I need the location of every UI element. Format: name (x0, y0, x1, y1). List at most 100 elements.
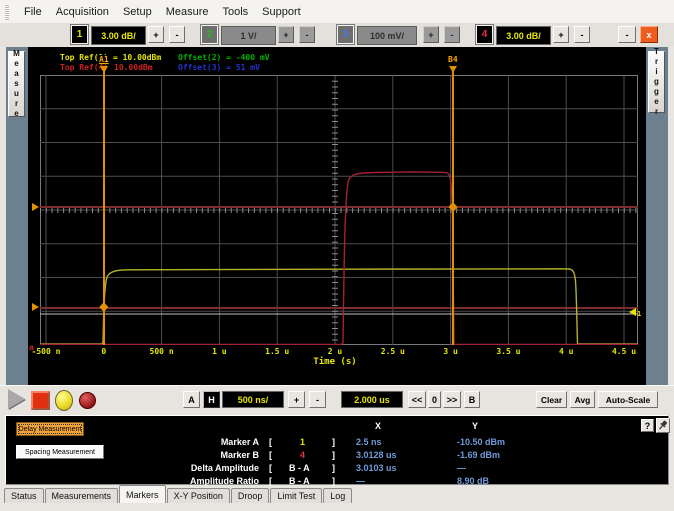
marker-b-source[interactable]: 4 (300, 450, 305, 460)
delay-forward-button[interactable]: >> (443, 391, 461, 408)
channel-1-scale-increase-button[interactable]: + (148, 26, 164, 43)
top-ref1-annotation: Top Ref(1) = 10.00dBm (60, 53, 161, 62)
transport-toolbar: A H 500 ns/ + - 2.000 us << 0 >> B Clear… (0, 385, 674, 416)
delta-x-value: 3.0103 us (356, 463, 397, 473)
channel-1-trace (40, 269, 638, 344)
channel-2-scale-decrease-button[interactable]: - (299, 26, 315, 43)
measure-panel-button[interactable]: Measure (8, 51, 25, 117)
x-tick-7: 3 u (443, 347, 457, 356)
help-button[interactable]: ? (641, 419, 654, 432)
channel-3-scale-decrease-button[interactable]: - (444, 26, 460, 43)
channel-2-scale-display: 1 V/ (221, 26, 276, 45)
channel-4-button[interactable]: 4 (477, 26, 492, 43)
scope-region: Measure Trigger Top Ref(1) = 10.00dBm Of… (0, 47, 674, 385)
tab-droop[interactable]: Droop (231, 488, 270, 503)
tab-status[interactable]: Status (4, 488, 44, 503)
menu-acquisition[interactable]: Acquisition (49, 4, 116, 20)
column-header-y: Y (472, 421, 478, 431)
offset3-annotation: Offset(3) = 51 mV (178, 63, 260, 72)
pin-button[interactable] (656, 418, 670, 433)
menu-file[interactable]: File (17, 4, 49, 20)
channel-3-button[interactable]: 3 (338, 26, 353, 43)
menu-measure[interactable]: Measure (159, 4, 216, 20)
timebase-decrease-button[interactable]: - (309, 391, 326, 408)
marker-b-label: B4 (448, 55, 458, 64)
channel-2-button[interactable]: 2 (202, 26, 217, 43)
bracket-open: [ (269, 476, 272, 486)
timebase-b-button[interactable]: B (464, 391, 480, 408)
ratio-source: B - A (289, 476, 310, 486)
plot-svg (40, 75, 638, 345)
menu-support[interactable]: Support (255, 4, 308, 20)
auto-scale-button[interactable]: Auto-Scale (598, 391, 658, 408)
marker-b-y-value: -1.69 dBm (457, 450, 500, 460)
delay-rewind-button[interactable]: << (408, 391, 426, 408)
tab-limit-test[interactable]: Limit Test (270, 488, 322, 503)
channel-2-scale-increase-button[interactable]: + (278, 26, 294, 43)
marker-a-y-value: -10.50 dBm (457, 437, 505, 447)
marker-a-line[interactable] (103, 71, 105, 345)
bracket-close: ] (332, 450, 335, 460)
marker-measurement-panel: Delay Measurement Spacing Measurement X … (5, 415, 669, 485)
channel-4-scale-display: 3.00 dB/ (496, 26, 551, 45)
yellow-indicator-light[interactable] (55, 390, 73, 411)
channel-1-ground-label: 1 (637, 310, 641, 318)
timebase-a-button[interactable]: A (183, 391, 200, 408)
bracket-close: ] (332, 463, 335, 473)
marker-a-x-value: 2.5 ns (356, 437, 382, 447)
channel-3-scale-increase-button[interactable]: + (423, 26, 439, 43)
delay-display: 2.000 us (341, 391, 403, 408)
menu-bar: File Acquisition Setup Measure Tools Sup… (0, 0, 674, 23)
ratio-y-value: 8.90 dB (457, 476, 489, 486)
delay-zero-button[interactable]: 0 (428, 391, 441, 408)
graticule-plot (40, 75, 638, 345)
marker-a-label: A1 (99, 55, 109, 64)
channel-4-scale-decrease-button[interactable]: - (574, 26, 590, 43)
timebase-increase-button[interactable]: + (288, 391, 305, 408)
waveform-display[interactable]: Top Ref(1) = 10.00dBm Offset(2) = -400 m… (28, 47, 646, 385)
channel-1-ground-arrow-icon[interactable] (629, 308, 636, 316)
bracket-close: ] (332, 476, 335, 486)
channel-1-scale-display: 3.00 dB/ (91, 26, 146, 45)
bracket-open: [ (269, 450, 272, 460)
left-ref-arrow-lower-icon[interactable] (32, 303, 39, 311)
channel-3-scale-display: 100 mV/ (357, 26, 417, 45)
left-ref-arrow-upper-icon[interactable] (32, 203, 39, 211)
measurement-row-label: Marker A (109, 437, 259, 447)
red-indicator-light[interactable] (79, 392, 96, 409)
tab-xy-position[interactable]: X-Y Position (167, 488, 230, 503)
bracket-open: [ (269, 437, 272, 447)
timebase-h-button[interactable]: H (203, 391, 220, 408)
stop-button[interactable] (31, 391, 50, 410)
menu-tools[interactable]: Tools (215, 4, 255, 20)
toolbar-grip (5, 4, 9, 20)
marker-a-source[interactable]: 1 (300, 437, 305, 447)
x-tick-9: 4 u (559, 347, 573, 356)
menu-setup[interactable]: Setup (116, 4, 159, 20)
close-button[interactable]: x (640, 26, 658, 43)
avg-button[interactable]: Avg (570, 391, 595, 408)
channel-1-button[interactable]: 1 (72, 26, 87, 43)
run-play-icon[interactable] (8, 389, 25, 409)
marker-b-x-value: 3.0128 us (356, 450, 397, 460)
x-tick-5: 2 u (328, 347, 342, 356)
measurement-row-label: Marker B (109, 450, 259, 460)
channel-4-trace (40, 172, 638, 345)
delta-source: B - A (289, 463, 310, 473)
top-ref4-value: 10.00dBm (114, 63, 153, 72)
delay-measurement-button[interactable]: Delay Measurement (16, 422, 84, 436)
marker-b-arrow-icon (449, 66, 457, 73)
trigger-panel-button[interactable]: Trigger (648, 51, 665, 113)
channel-1-scale-decrease-button[interactable]: - (169, 26, 185, 43)
minimize-button[interactable]: - (618, 26, 636, 43)
spacing-measurement-button[interactable]: Spacing Measurement (16, 445, 104, 459)
clear-button[interactable]: Clear (536, 391, 567, 408)
ratio-x-value: — (356, 476, 365, 486)
channel-4-scale-increase-button[interactable]: + (553, 26, 569, 43)
x-axis-title: Time (s) (313, 357, 356, 367)
tab-markers[interactable]: Markers (119, 485, 166, 503)
x-tick-10: 4.5 u (612, 347, 636, 356)
tab-log[interactable]: Log (323, 488, 352, 503)
tab-measurements[interactable]: Measurements (45, 488, 119, 503)
marker-b-line[interactable] (452, 71, 454, 345)
